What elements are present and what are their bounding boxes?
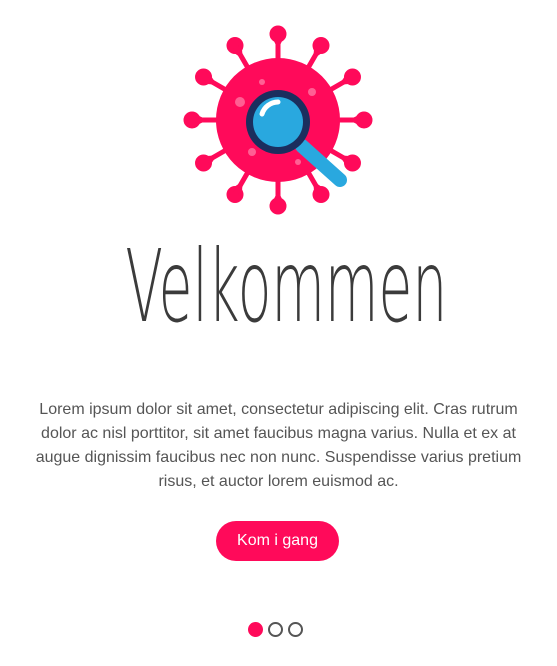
- get-started-button[interactable]: Kom i gang: [216, 521, 339, 561]
- page-indicator: [248, 620, 303, 638]
- welcome-description: Lorem ipsum dolor sit amet, consectetur …: [35, 401, 522, 490]
- page-dot-2[interactable]: [268, 621, 283, 637]
- page-dot-3[interactable]: [288, 621, 303, 637]
- page-dot-1[interactable]: [248, 621, 263, 637]
- welcome-title: Velkommen: [125, 228, 448, 345]
- virus-magnifier-icon: [180, 22, 376, 218]
